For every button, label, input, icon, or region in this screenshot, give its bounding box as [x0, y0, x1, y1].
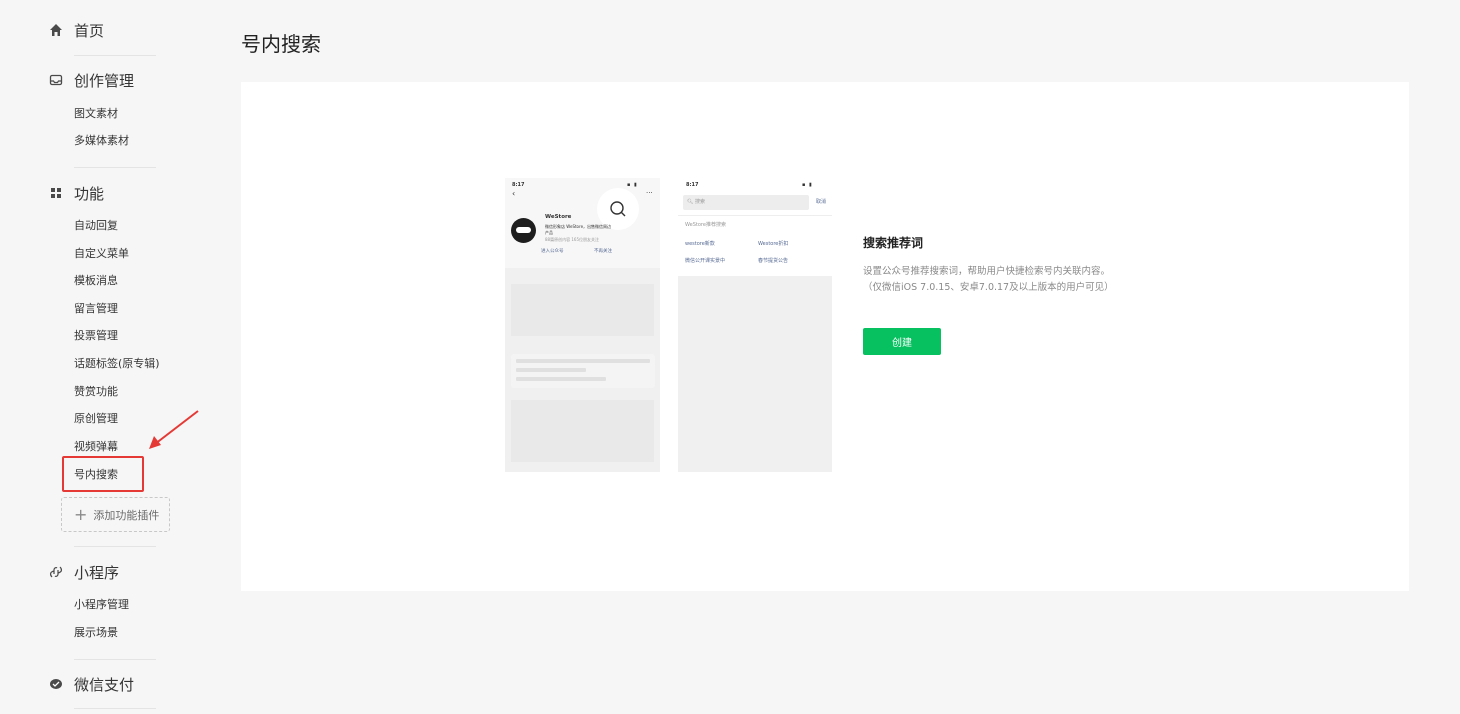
- sidebar-item-media[interactable]: 多媒体素材: [74, 133, 129, 149]
- section-features[interactable]: 功能: [48, 181, 104, 205]
- add-plugin-button[interactable]: + 添加功能插件: [61, 497, 170, 532]
- recommend-label: WeStore推荐搜索: [685, 222, 726, 228]
- enter-account-button: 进入公众号: [541, 249, 564, 254]
- link-icon: [48, 564, 64, 580]
- sidebar-item-home[interactable]: 首页: [48, 18, 104, 42]
- sidebar-item-image-text[interactable]: 图文素材: [74, 106, 118, 122]
- divider: [74, 55, 156, 56]
- add-plugin-label: 添加功能插件: [93, 508, 160, 522]
- section-label: 功能: [74, 184, 105, 203]
- sidebar-item-topic-tags[interactable]: 话题标签(原专辑): [74, 356, 160, 372]
- home-icon: [48, 22, 64, 38]
- highlight-box: [62, 456, 144, 492]
- sidebar-item-auto-reply[interactable]: 自动回复: [74, 218, 118, 234]
- section-label: 小程序: [74, 563, 120, 582]
- account-desc-1: 微信形象店 WeStore，出售微信周边: [545, 224, 612, 229]
- plus-icon: +: [74, 504, 88, 524]
- sidebar-item-custom-menu[interactable]: 自定义菜单: [74, 246, 129, 262]
- recommend-desc-line-1: 设置公众号推荐搜索词，帮助用户快捷检索号内关联内容。: [863, 266, 1111, 277]
- status-icons: ▪ ▮: [802, 182, 813, 188]
- create-button[interactable]: 创建: [863, 328, 941, 355]
- keyword-item: westore新款: [685, 241, 715, 247]
- status-time: 8:17: [512, 182, 525, 188]
- search-placeholder-text: 搜索: [694, 199, 705, 205]
- content-card: 8:17 ▪ ▮ ‹ ··· WeStore 微信形象店 WeStore，出售微…: [241, 82, 1409, 591]
- page-title: 号内搜索: [241, 32, 321, 56]
- keyword-item: 春节提货公告: [758, 258, 789, 264]
- status-time: 8:17: [686, 182, 699, 188]
- divider: [74, 167, 156, 168]
- search-field: 🔍︎ 搜索: [683, 195, 809, 210]
- divider: [74, 708, 156, 709]
- cancel-link: 取消: [816, 199, 827, 205]
- recommend-title: 搜索推荐词: [863, 236, 924, 250]
- keyword-item: Westore折扣: [758, 241, 789, 247]
- recommend-desc-line-2: （仅微信iOS 7.0.15、安卓7.0.17及以上版本的用户可见）: [863, 282, 1114, 293]
- sidebar-item-mp-manage[interactable]: 小程序管理: [74, 597, 129, 613]
- sidebar-item-reward[interactable]: 赞赏功能: [74, 384, 118, 400]
- unfollow-button: 不再关注: [594, 249, 612, 254]
- sidebar-item-original[interactable]: 原创管理: [74, 411, 118, 427]
- sidebar-item-template-msg[interactable]: 模板消息: [74, 273, 118, 289]
- grid-icon: [48, 185, 64, 201]
- wechat-pay-icon: [48, 676, 64, 692]
- inbox-icon: [48, 72, 64, 88]
- sidebar-item-comments[interactable]: 留言管理: [74, 301, 118, 317]
- sidebar-item-scenes[interactable]: 展示场景: [74, 625, 118, 641]
- section-wechat-pay[interactable]: 微信支付: [48, 672, 134, 696]
- account-name: WeStore: [545, 214, 572, 220]
- more-icon: ···: [646, 189, 653, 197]
- preview-phone-profile: 8:17 ▪ ▮ ‹ ··· WeStore 微信形象店 WeStore，出售微…: [505, 178, 660, 472]
- section-creation[interactable]: 创作管理: [48, 68, 134, 92]
- placeholder-card: [511, 354, 655, 388]
- sidebar-item-vote[interactable]: 投票管理: [74, 328, 118, 344]
- sidebar-item-label: 首页: [74, 21, 105, 40]
- pointer-arrow-icon: [149, 410, 199, 449]
- section-label: 微信支付: [74, 675, 135, 694]
- placeholder-block: [511, 284, 654, 336]
- divider: [74, 659, 156, 660]
- account-meta: 88篇原创内容 165位朋友关注: [545, 237, 599, 242]
- sidebar-item-danmaku[interactable]: 视频弹幕: [74, 439, 118, 455]
- back-chevron-icon: ‹: [512, 189, 516, 198]
- preview-phone-search: 8:17 ▪ ▮ 🔍︎ 搜索 取消 WeStore推荐搜索 westore新款 …: [678, 178, 832, 472]
- divider: [678, 215, 832, 216]
- divider: [74, 546, 156, 547]
- recommend-desc: 设置公众号推荐搜索词，帮助用户快捷检索号内关联内容。 （仅微信iOS 7.0.1…: [863, 264, 1114, 296]
- section-miniprogram[interactable]: 小程序: [48, 560, 119, 584]
- avatar: [511, 218, 536, 243]
- placeholder-block: [511, 400, 654, 462]
- section-label: 创作管理: [74, 71, 135, 90]
- sidebar: 首页 创作管理 图文素材 多媒体素材 功能 自动回复 自定义菜单 模板消息 留言…: [0, 0, 200, 714]
- keyword-item: 微信公开课实景中: [685, 258, 726, 264]
- account-desc-2: 产品: [545, 230, 553, 235]
- search-placeholder: 🔍︎ 搜索: [687, 199, 705, 206]
- search-icon: 🔍︎: [687, 199, 694, 205]
